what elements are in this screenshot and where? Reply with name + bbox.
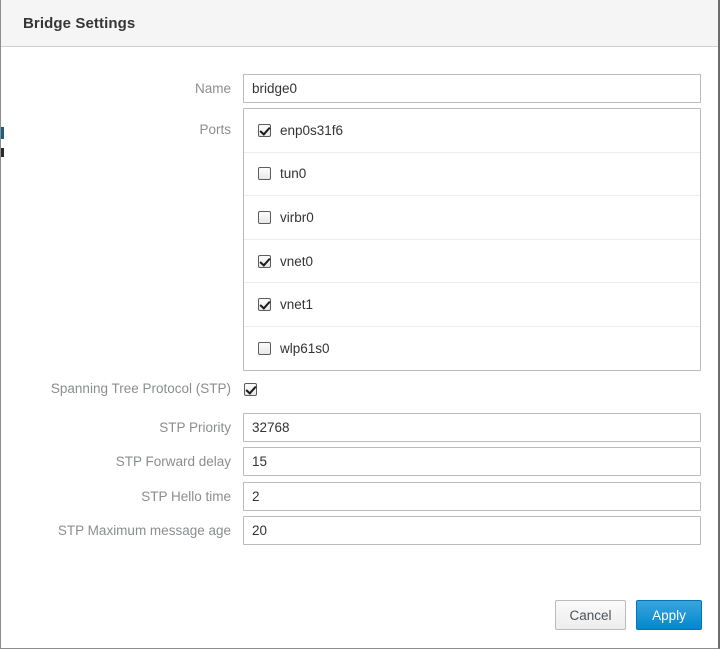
stp-forward-delay-input[interactable]: [243, 447, 701, 476]
stp-checkbox-box[interactable]: [244, 383, 257, 397]
port-label: vnet1: [280, 297, 314, 313]
stp-max-message-age-input[interactable]: [243, 516, 701, 545]
dialog-header: Bridge Settings: [1, 0, 718, 47]
dialog-body: Name Ports enp0s31f6 tun0 virbr0 vnet0: [1, 47, 718, 648]
stp-forward-delay-label: STP Forward delay: [115, 454, 231, 469]
port-checkbox-vnet1[interactable]: [258, 298, 271, 312]
stp-priority-input[interactable]: [243, 413, 701, 442]
port-label: virbr0: [280, 209, 314, 225]
stp-max-message-age-label: STP Maximum message age: [57, 523, 231, 538]
port-checkbox-vnet0[interactable]: [258, 254, 271, 268]
name-input[interactable]: [243, 74, 701, 103]
ports-label: Ports: [199, 122, 231, 137]
list-item[interactable]: enp0s31f6: [244, 109, 700, 153]
apply-button[interactable]: Apply: [636, 600, 702, 630]
port-checkbox-tun0[interactable]: [258, 167, 271, 181]
bridge-settings-dialog: Bridge Settings Name Ports enp0s31f6 tun…: [0, 0, 720, 649]
port-label: tun0: [280, 166, 307, 182]
stp-checkbox[interactable]: [244, 381, 257, 397]
stp-priority-label: STP Priority: [159, 420, 231, 435]
list-item[interactable]: wlp61s0: [244, 327, 700, 370]
port-checkbox-enp0s31f6[interactable]: [258, 123, 271, 137]
stp-hello-time-input[interactable]: [243, 482, 701, 511]
ports-list: enp0s31f6 tun0 virbr0 vnet0 vnet1 wlp61s…: [243, 108, 701, 371]
list-item[interactable]: vnet1: [244, 283, 700, 327]
port-label: vnet0: [280, 253, 314, 269]
port-label: wlp61s0: [280, 341, 330, 357]
name-label: Name: [194, 81, 231, 96]
stp-hello-time-label: STP Hello time: [141, 489, 231, 504]
list-item[interactable]: vnet0: [244, 240, 700, 284]
list-item[interactable]: virbr0: [244, 196, 700, 240]
dialog-title: Bridge Settings: [23, 15, 136, 32]
list-item[interactable]: tun0: [244, 153, 700, 197]
port-checkbox-virbr0[interactable]: [258, 210, 271, 224]
port-checkbox-wlp61s0[interactable]: [258, 342, 271, 356]
port-label: enp0s31f6: [280, 122, 344, 138]
cancel-button[interactable]: Cancel: [555, 600, 626, 630]
stp-label: Spanning Tree Protocol (STP): [50, 381, 231, 396]
